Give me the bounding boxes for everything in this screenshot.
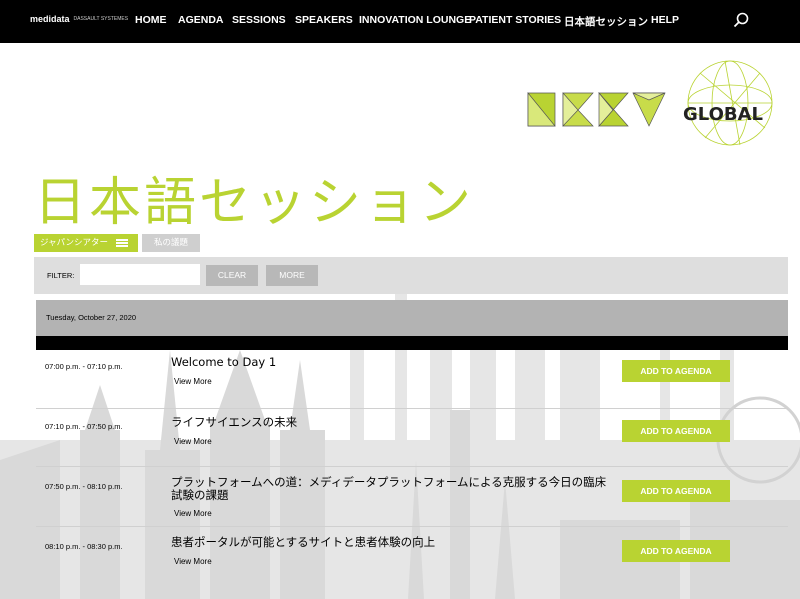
filter-bar: FILTER: CLEAR MORE [34, 257, 788, 294]
view-more-link[interactable]: View More [174, 377, 212, 386]
session-title[interactable]: 患者ポータルが可能とするサイトと患者体験の向上 [171, 536, 611, 549]
nav-item-japanese-sessions[interactable]: 日本語セッション [564, 14, 648, 29]
add-to-agenda-button[interactable]: ADD TO AGENDA [622, 360, 730, 382]
row-divider [36, 408, 788, 409]
add-to-agenda-button[interactable]: ADD TO AGENDA [622, 480, 730, 502]
add-to-agenda-button[interactable]: ADD TO AGENDA [622, 540, 730, 562]
session-title[interactable]: ライフサイエンスの未来 [171, 416, 611, 429]
search-icon[interactable] [733, 12, 749, 28]
clear-button[interactable]: CLEAR [206, 265, 258, 286]
session-time: 07:50 p.m. - 08:10 p.m. [45, 482, 123, 491]
page-title: 日本語セッション [34, 173, 475, 233]
date-label: Tuesday, October 27, 2020 [46, 313, 137, 322]
nav-item-help[interactable]: HELP [651, 14, 679, 26]
nav-item-patient-stories[interactable]: PATIENT STORIES [469, 14, 561, 26]
tab-japan-theater-label: ジャパンシアター [40, 238, 109, 248]
session-title[interactable]: Welcome to Day 1 [171, 356, 611, 369]
date-divider [36, 336, 788, 350]
filter-label: FILTER: [47, 271, 75, 280]
nav-item-speakers[interactable]: SPEAKERS [295, 14, 353, 26]
add-to-agenda-button[interactable]: ADD TO AGENDA [622, 420, 730, 442]
nav-item-innovation-lounge[interactable]: INNOVATION LOUNGE [359, 14, 471, 26]
more-button[interactable]: MORE [266, 265, 318, 286]
filter-input[interactable] [80, 264, 200, 285]
hamburger-icon[interactable] [116, 239, 128, 247]
nav-item-agenda[interactable]: AGENDA [178, 14, 224, 26]
row-divider [36, 526, 788, 527]
row-divider [36, 466, 788, 467]
session-time: 08:10 p.m. - 08:30 p.m. [45, 542, 123, 551]
top-navigation: medidata DASSAULT SYSTEMES HOME AGENDA S… [0, 0, 800, 43]
tab-japan-theater[interactable]: ジャパンシアター [34, 234, 138, 252]
date-header: Tuesday, October 27, 2020 [36, 300, 788, 336]
session-time: 07:10 p.m. - 07:50 p.m. [45, 422, 123, 431]
nav-item-sessions[interactable]: SESSIONS [232, 14, 286, 26]
logo-global-text: GLOBAL [683, 104, 763, 125]
view-more-link[interactable]: View More [174, 557, 212, 566]
tab-my-agenda[interactable]: 私の議題 [142, 234, 200, 252]
nav-menu: HOME AGENDA SESSIONS SPEAKERS INNOVATION… [0, 14, 800, 28]
next-global-logo: GLOBAL [527, 60, 773, 146]
view-more-link[interactable]: View More [174, 437, 212, 446]
session-time: 07:00 p.m. - 07:10 p.m. [45, 362, 123, 371]
session-title[interactable]: プラットフォームへの道：メディデータプラットフォームによる克服する今日の臨床試験… [171, 476, 611, 502]
view-more-link[interactable]: View More [174, 509, 212, 518]
nav-item-home[interactable]: HOME [135, 14, 167, 26]
